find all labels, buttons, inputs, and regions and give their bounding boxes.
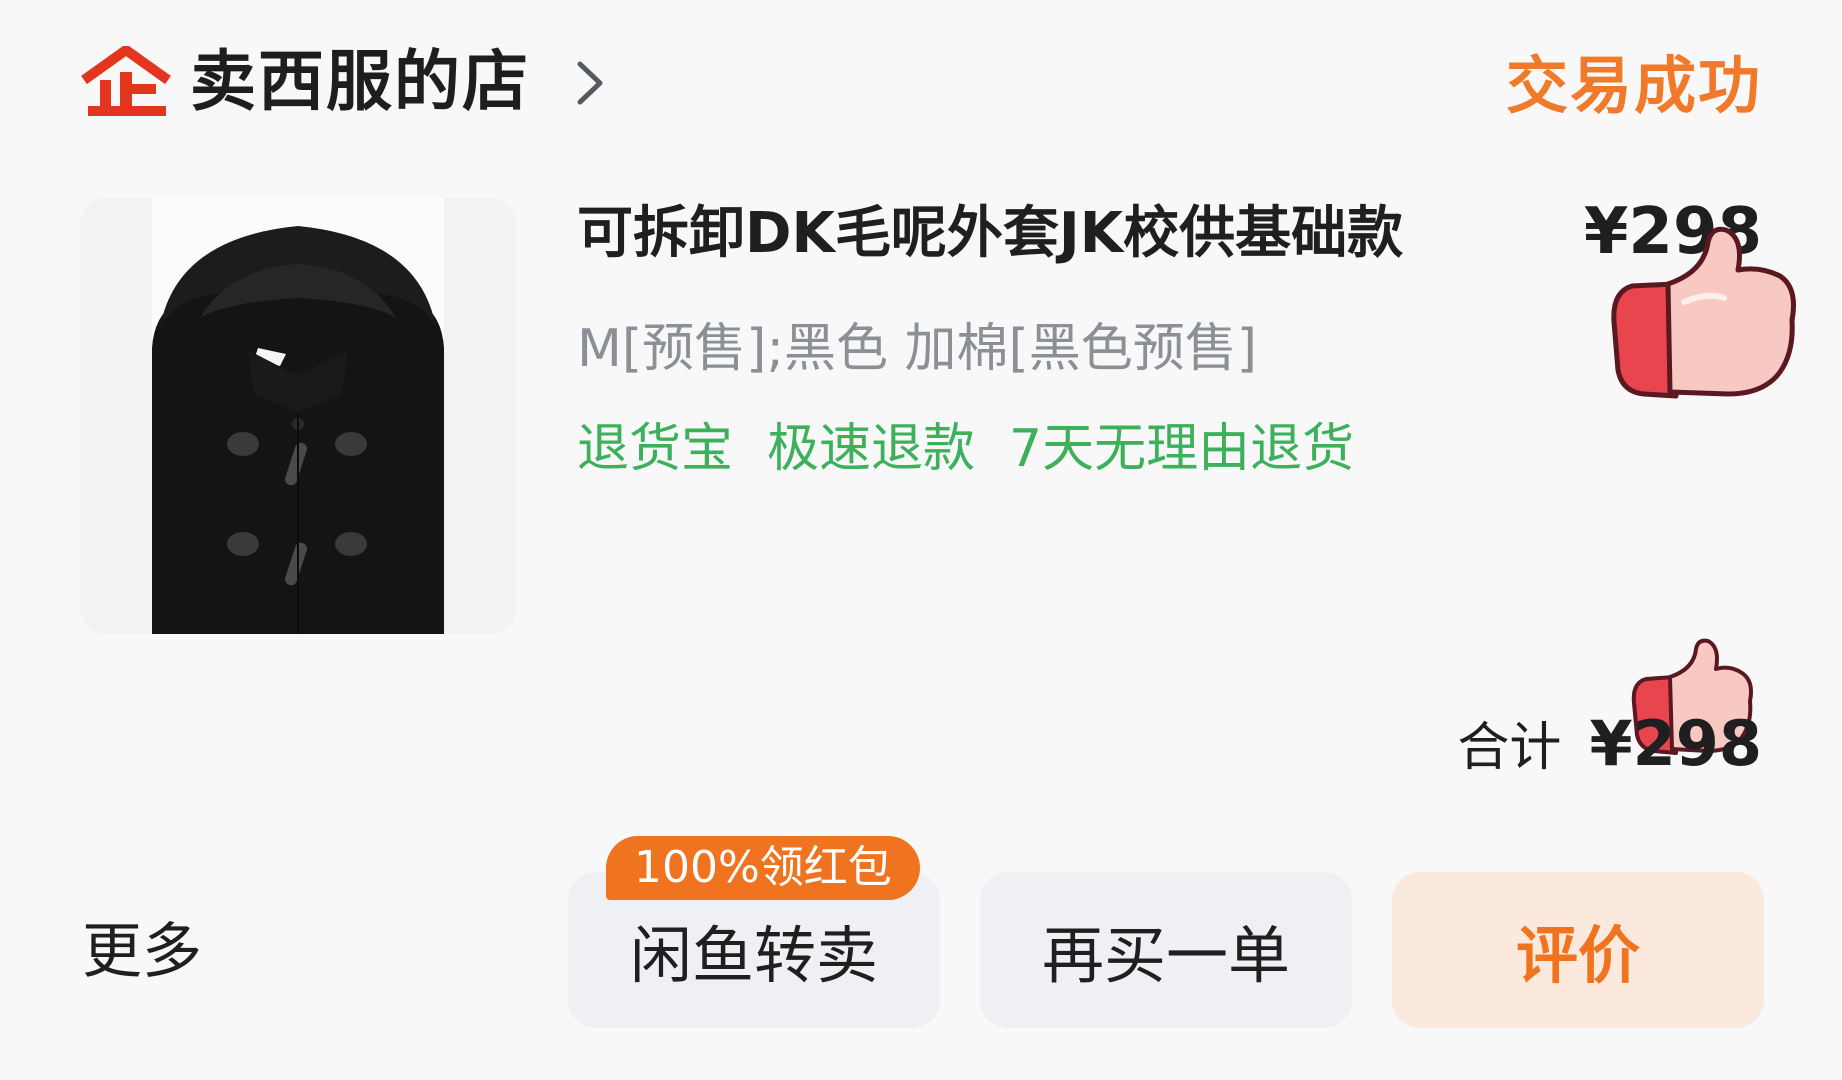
buy-again-button[interactable]: 再买一单 <box>980 872 1352 1028</box>
order-total: 合计 ¥298 <box>1457 704 1762 788</box>
order-card: 卖西服的店 交易成功 可拆卸DK毛呢外套JK校供基础款 ¥298 M[预售];黑… <box>0 0 1842 1080</box>
product-title[interactable]: 可拆卸DK毛呢外套JK校供基础款 <box>577 194 1403 274</box>
order-status: 交易成功 <box>1505 49 1762 122</box>
review-button[interactable]: 评价 <box>1392 872 1764 1028</box>
product-spec: M[预售];黑色 加棉[黑色预售] <box>577 319 1258 379</box>
qi-shop-icon[interactable] <box>80 46 172 118</box>
promo-badge: 100%领红包 <box>606 836 920 900</box>
chevron-right-icon[interactable] <box>572 58 608 108</box>
service-tags: 退货宝 极速退款 7天无理由退货 <box>577 412 1354 486</box>
duffle-coat-thumbnail <box>80 198 516 634</box>
service-tag-fast-refund: 极速退款 <box>767 419 976 479</box>
more-button[interactable]: 更多 <box>82 912 202 992</box>
service-tag-return-insurance: 退货宝 <box>577 419 734 479</box>
product-image[interactable] <box>80 198 516 634</box>
thumbs-up-icon <box>1611 226 1796 399</box>
service-tag-7-day-return: 7天无理由退货 <box>1009 419 1355 479</box>
shop-name[interactable]: 卖西服的店 <box>190 42 530 122</box>
total-label: 合计 <box>1457 718 1562 778</box>
total-value: ¥298 <box>1589 707 1762 780</box>
